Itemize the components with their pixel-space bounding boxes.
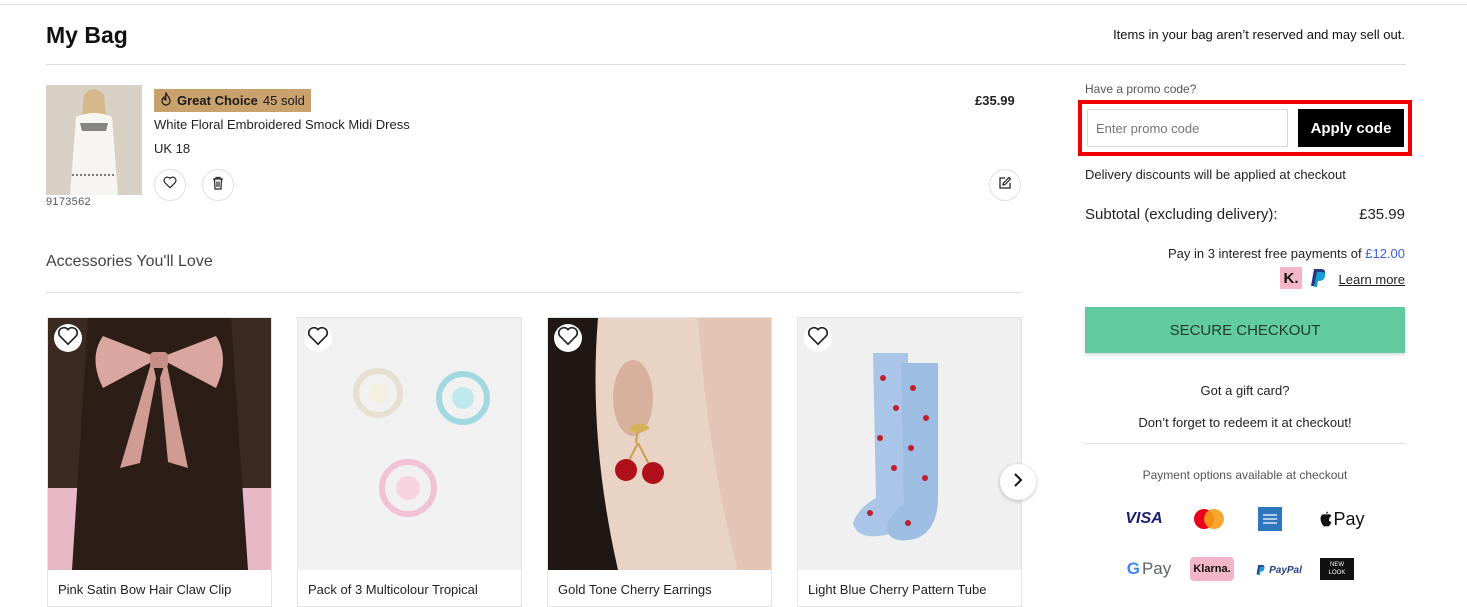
paypal-logo: PayPal <box>1254 560 1304 580</box>
heart-icon <box>307 326 329 351</box>
visa-logo: VISA <box>1122 508 1166 530</box>
gift-card-question[interactable]: Got a gift card? <box>1085 383 1405 398</box>
pay-in-3-amount: £12.00 <box>1365 246 1405 261</box>
new-look-logo: NEW LOOK <box>1320 558 1354 580</box>
paypal-text: PayPal <box>1269 564 1302 576</box>
product-card-cherry-socks[interactable]: Light Blue Cherry Pattern Tube <box>797 317 1022 607</box>
summary-divider <box>1085 443 1405 444</box>
product-card-name[interactable]: Light Blue Cherry Pattern Tube <box>808 582 987 597</box>
promo-code-input[interactable] <box>1087 109 1288 147</box>
paypal-icon <box>1310 268 1328 288</box>
trash-icon <box>212 176 224 195</box>
save-for-later-button[interactable] <box>154 169 186 201</box>
product-card-cherry-earrings[interactable]: Gold Tone Cherry Earrings <box>547 317 772 607</box>
subtotal-label: Subtotal (excluding delivery): <box>1085 206 1278 223</box>
badge-label: Great Choice <box>177 93 258 108</box>
heart-icon <box>57 326 79 351</box>
product-image[interactable] <box>48 318 271 570</box>
accessories-heading: Accessories You'll Love <box>46 253 213 270</box>
visa-text: VISA <box>1125 510 1163 527</box>
product-card-name[interactable]: Gold Tone Cherry Earrings <box>558 582 712 597</box>
klarna-badge-text: Klarna. <box>1193 563 1231 575</box>
klarna-logo: K. <box>1280 267 1302 289</box>
product-image[interactable] <box>548 318 771 570</box>
product-name[interactable]: White Floral Embroidered Smock Midi Dres… <box>154 117 410 132</box>
carousel-next-button[interactable] <box>1000 464 1036 500</box>
payment-options-label: Payment options available at checkout <box>1142 468 1348 482</box>
page-title: My Bag <box>46 22 128 48</box>
item-price: £35.99 <box>975 93 1015 108</box>
product-thumbnail[interactable] <box>46 85 142 195</box>
remove-item-button[interactable] <box>202 169 234 201</box>
klarna-badge-logo: Klarna. <box>1190 557 1234 581</box>
heart-icon <box>807 326 829 351</box>
apple-pay-logo: Pay <box>1318 508 1366 530</box>
header-divider <box>46 64 1406 65</box>
apply-code-button[interactable]: Apply code <box>1298 109 1404 147</box>
heart-icon <box>163 176 177 194</box>
accessories-divider <box>46 292 1021 293</box>
product-card-name[interactable]: Pink Satin Bow Hair Claw Clip <box>58 582 231 597</box>
pay-in-3-label: Pay in 3 interest free payments of <box>1167 246 1362 261</box>
apple-pay-text: Pay <box>1333 508 1365 529</box>
new-look-text-bottom: LOOK <box>1328 570 1346 576</box>
pay-in-3-text: Pay in 3 interest free payments of £12.0… <box>1168 246 1405 261</box>
new-look-text-top: NEW <box>1330 562 1344 568</box>
badge-count: 45 sold <box>262 93 305 108</box>
chevron-right-icon <box>1013 472 1023 492</box>
reservation-notice: Items in your bag aren’t reserved and ma… <box>1113 27 1405 42</box>
product-card-name[interactable]: Pack of 3 Multicolour Tropical <box>308 582 478 597</box>
great-choice-badge: Great Choice 45 sold <box>154 89 311 112</box>
product-image[interactable] <box>298 318 521 570</box>
product-sku: 9173562 <box>46 196 91 208</box>
amex-logo <box>1258 507 1282 531</box>
heart-icon <box>557 326 579 351</box>
wishlist-button[interactable] <box>304 324 332 352</box>
promo-label: Have a promo code? <box>1085 82 1197 96</box>
wishlist-button[interactable] <box>804 324 832 352</box>
secure-checkout-button[interactable]: SECURE CHECKOUT <box>1085 307 1405 353</box>
gift-card-note: Don’t forget to redeem it at checkout! <box>1138 415 1352 430</box>
top-divider <box>0 4 1467 5</box>
google-g-icon: G <box>1126 559 1140 578</box>
product-card-bow-clip[interactable]: Pink Satin Bow Hair Claw Clip <box>47 317 272 607</box>
product-size: UK 18 <box>154 141 191 156</box>
delivery-note: Delivery discounts will be applied at ch… <box>1085 167 1346 182</box>
mastercard-logo <box>1192 507 1226 531</box>
edit-item-button[interactable] <box>989 169 1021 201</box>
edit-icon <box>998 176 1012 195</box>
product-image[interactable] <box>798 318 1021 570</box>
product-card-tropical-clips[interactable]: Pack of 3 Multicolour Tropical <box>297 317 522 607</box>
learn-more-link[interactable]: Learn more <box>1339 272 1405 287</box>
google-pay-text: Pay <box>1141 559 1172 578</box>
flame-icon <box>160 91 172 109</box>
wishlist-button[interactable] <box>554 324 582 352</box>
wishlist-button[interactable] <box>54 324 82 352</box>
subtotal-value: £35.99 <box>1359 206 1405 223</box>
google-pay-logo: G Pay <box>1124 558 1174 580</box>
